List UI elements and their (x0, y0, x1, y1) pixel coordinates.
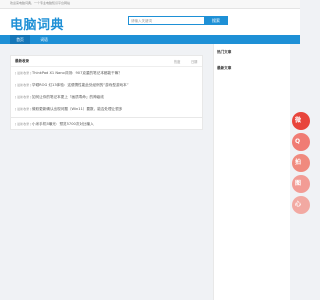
list-item-title[interactable]: 小米手机5曝光：预览5700次对比输入 (32, 122, 94, 127)
share-label: 图 (295, 180, 302, 187)
hot-articles-title: 热门文章 (217, 50, 232, 54)
share-label: 微 (295, 117, 302, 124)
header: 电脑词典 请输入关键词 搜索 (0, 9, 300, 35)
share-label: 心 (295, 201, 302, 208)
top-bar: 欢迎来电脑词典，一个专业电脑知识平台网站 (0, 0, 300, 9)
nav-bar: 首页 词语 (0, 35, 300, 44)
list-item-category: [ 最新收录 ] (15, 95, 32, 99)
list-item-title[interactable]: ThinkPad X1 Nano评测：907克重的笔记本都能干嘛？ (32, 71, 122, 76)
list-item[interactable]: [ 最新收录 ] 如何让你的笔记本更上『画质寿命』的神级线 (11, 92, 202, 102)
single-item-panel: [ 最新收录 ] 小米手机5曝光：预览5700次对比输入 (10, 117, 203, 130)
list-item-title[interactable]: 如何让你的笔记本更上『画质寿命』的神级线 (32, 95, 104, 100)
share-label: Q (295, 138, 301, 145)
latest-articles-title: 最新文章 (217, 66, 232, 70)
list-item-title[interactable]: 华硕ROG 幻13体验：这便携性能此处经例的“游戏型游戏本” (32, 83, 129, 88)
list-item[interactable]: [ 最新收录 ] 小米手机5曝光：预览5700次对比输入 (11, 119, 202, 129)
list-item-category: [ 最新收录 ] (15, 83, 32, 87)
panel-title: 最新收录 (15, 59, 29, 63)
qq-share-icon[interactable]: Q (292, 133, 310, 151)
welcome-text: 欢迎来电脑词典，一个专业电脑知识平台网站 (10, 1, 71, 5)
image-share-icon[interactable]: 图 (292, 175, 310, 193)
list-item-category: [ 最新收录 ] (15, 122, 32, 126)
tab-words[interactable]: 词语 (34, 35, 54, 44)
panel-header: 最新收录 热度 日期 (11, 56, 202, 67)
list-item-title[interactable]: 微软更新确认出现问题（Win11）要数，能否处理让很多 (32, 107, 122, 112)
list-item[interactable]: [ 最新收录 ] 华硕ROG 幻13体验：这便携性能此处经例的“游戏型游戏本” (11, 80, 202, 90)
heart-share-icon[interactable]: 心 (292, 196, 310, 214)
column-heat: 热度 (174, 60, 181, 64)
list-item[interactable]: [ 最新收录 ] 微软更新确认出现问题（Win11）要数，能否处理让很多 (11, 104, 202, 114)
tab-home[interactable]: 首页 (10, 35, 30, 44)
column-date: 日期 (191, 60, 198, 64)
share-label: 拍 (295, 159, 302, 166)
search-input[interactable]: 请输入关键词 (128, 16, 204, 25)
camera-share-icon[interactable]: 拍 (292, 154, 310, 172)
site-logo[interactable]: 电脑词典 (10, 14, 64, 33)
list-item-category: [ 最新收录 ] (15, 71, 32, 75)
list-item-category: [ 最新收录 ] (15, 107, 32, 111)
list-item[interactable]: [ 最新收录 ] ThinkPad X1 Nano评测：907克重的笔记本都能干… (11, 68, 202, 78)
search-button[interactable]: 搜索 (204, 16, 228, 25)
weibo-share-icon[interactable]: 微 (292, 112, 310, 130)
sidebar: 热门文章 最新文章 (213, 44, 290, 300)
